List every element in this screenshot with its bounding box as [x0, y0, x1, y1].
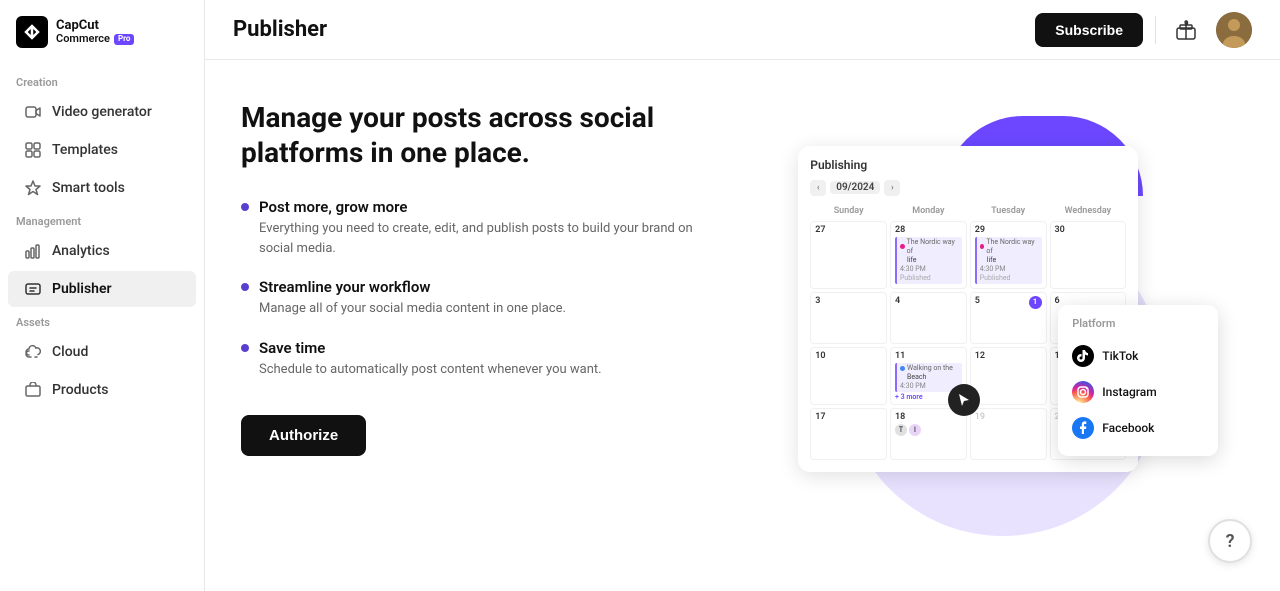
- sidebar-item-label: Templates: [52, 142, 118, 158]
- sidebar-item-label: Publisher: [52, 281, 112, 297]
- smart-tools-icon: [24, 179, 42, 197]
- feature-desc-2: Manage all of your social media content …: [259, 299, 566, 319]
- gift-button[interactable]: [1168, 12, 1204, 48]
- sidebar-item-label: Products: [52, 382, 109, 398]
- cal-cell-28: 28 The Nordic way of life 4:30 PM Publis…: [890, 221, 967, 289]
- feature-item-3: Save time Schedule to automatically post…: [241, 339, 723, 380]
- feature-dot-3: [241, 344, 249, 352]
- cal-next[interactable]: ›: [884, 180, 900, 196]
- assets-section-label: Assets: [0, 308, 204, 333]
- publisher-icon: [24, 280, 42, 298]
- feature-item-2: Streamline your workflow Manage all of y…: [241, 278, 723, 319]
- feature-title-3: Save time: [259, 339, 602, 357]
- sidebar-item-label: Video generator: [52, 104, 152, 120]
- cal-day-wednesday: Wednesday: [1050, 204, 1127, 218]
- main-panel: Publisher Subscribe: [205, 0, 1280, 591]
- cal-cell-27: 27: [810, 221, 887, 289]
- sidebar-item-publisher[interactable]: Publisher: [8, 271, 196, 307]
- cal-cell-10: 10: [810, 347, 887, 405]
- help-icon: ?: [1226, 531, 1235, 552]
- features-list: Post more, grow more Everything you need…: [241, 198, 723, 379]
- templates-icon: [24, 141, 42, 159]
- logo-text: CapCut Commerce Pro: [56, 19, 134, 45]
- subscribe-button[interactable]: Subscribe: [1035, 13, 1143, 47]
- cloud-icon: [24, 343, 42, 361]
- calendar-title: Publishing: [810, 158, 867, 172]
- help-button[interactable]: ?: [1208, 519, 1252, 563]
- cal-cell-29: 29 The Nordic way of life 4:30 PM Publis…: [970, 221, 1047, 289]
- topbar: Publisher Subscribe: [205, 0, 1280, 60]
- right-panel: Publishing ‹ 09/2024 › Sunday Monday Tue…: [763, 100, 1245, 551]
- cal-cell-5: 5 1: [970, 292, 1047, 344]
- content-area: Manage your posts across social platform…: [205, 60, 1280, 591]
- sidebar-item-label: Analytics: [52, 243, 110, 259]
- pro-badge: Pro: [114, 34, 134, 45]
- sidebar-item-templates[interactable]: Templates: [8, 132, 196, 168]
- cal-cell-4: 4: [890, 292, 967, 344]
- hero-title: Manage your posts across social platform…: [241, 100, 723, 170]
- authorize-button[interactable]: Authorize: [241, 415, 366, 456]
- facebook-logo: [1072, 417, 1094, 439]
- logo-capcut: CapCut: [56, 19, 134, 33]
- video-icon: [24, 103, 42, 121]
- cal-day-sunday: Sunday: [810, 204, 887, 218]
- platform-label-tiktok: TikTok: [1102, 349, 1138, 363]
- topbar-actions: Subscribe: [1035, 12, 1252, 48]
- feature-dot-2: [241, 283, 249, 291]
- capcut-logo-icon: [16, 16, 48, 48]
- avatar[interactable]: [1216, 12, 1252, 48]
- navigation-cursor: [948, 384, 980, 416]
- sidebar-item-analytics[interactable]: Analytics: [8, 233, 196, 269]
- cal-cell-30: 30: [1050, 221, 1127, 289]
- feature-desc-1: Everything you need to create, edit, and…: [259, 219, 723, 258]
- topbar-divider: [1155, 16, 1156, 44]
- cal-day-monday: Monday: [890, 204, 967, 218]
- page-title: Publisher: [233, 17, 327, 42]
- platform-item-instagram: Instagram: [1058, 374, 1218, 410]
- left-panel: Manage your posts across social platform…: [241, 100, 723, 551]
- feature-title-2: Streamline your workflow: [259, 278, 566, 296]
- logo: CapCut Commerce Pro: [0, 16, 204, 68]
- feature-item-1: Post more, grow more Everything you need…: [241, 198, 723, 258]
- instagram-logo: [1072, 381, 1094, 403]
- feature-desc-3: Schedule to automatically post content w…: [259, 360, 602, 380]
- cal-prev[interactable]: ‹: [810, 180, 826, 196]
- products-icon: [24, 381, 42, 399]
- cal-event-2: The Nordic way of life 4:30 PM Published: [975, 237, 1042, 284]
- cal-day-tuesday: Tuesday: [970, 204, 1047, 218]
- analytics-icon: [24, 242, 42, 260]
- cal-cell-19: 19: [970, 408, 1047, 460]
- cal-event-1: The Nordic way of life 4:30 PM Published: [895, 237, 962, 284]
- calendar-nav: ‹ 09/2024 ›: [810, 180, 1126, 196]
- platform-popup-title: Platform: [1058, 315, 1218, 338]
- creation-section-label: Creation: [0, 68, 204, 93]
- platform-item-tiktok: TikTok: [1058, 338, 1218, 374]
- sidebar-item-products[interactable]: Products: [8, 372, 196, 408]
- gift-icon: [1175, 19, 1197, 41]
- feature-title-1: Post more, grow more: [259, 198, 723, 216]
- management-section-label: Management: [0, 207, 204, 232]
- platform-label-facebook: Facebook: [1102, 421, 1154, 435]
- sidebar-item-cloud[interactable]: Cloud: [8, 334, 196, 370]
- cal-cell-3: 3: [810, 292, 887, 344]
- avatar-image: [1216, 12, 1252, 48]
- sidebar-item-smart-tools[interactable]: Smart tools: [8, 170, 196, 206]
- calendar-header: Publishing: [810, 158, 1126, 172]
- sidebar: CapCut Commerce Pro Creation Video gener…: [0, 0, 205, 591]
- tiktok-logo: [1072, 345, 1094, 367]
- sidebar-item-label: Smart tools: [52, 180, 125, 196]
- cal-cell-12: 12: [970, 347, 1047, 405]
- cal-cell-18: 18 T I: [890, 408, 967, 460]
- cal-month: 09/2024: [830, 181, 880, 194]
- illustration: Publishing ‹ 09/2024 › Sunday Monday Tue…: [788, 116, 1218, 536]
- sidebar-item-video-generator[interactable]: Video generator: [8, 94, 196, 130]
- feature-dot-1: [241, 203, 249, 211]
- platform-popup: Platform TikTok: [1058, 305, 1218, 456]
- logo-commerce: Commerce Pro: [56, 33, 134, 45]
- platform-label-instagram: Instagram: [1102, 385, 1156, 399]
- sidebar-item-label: Cloud: [52, 344, 88, 360]
- cal-cell-17: 17: [810, 408, 887, 460]
- platform-item-facebook: Facebook: [1058, 410, 1218, 446]
